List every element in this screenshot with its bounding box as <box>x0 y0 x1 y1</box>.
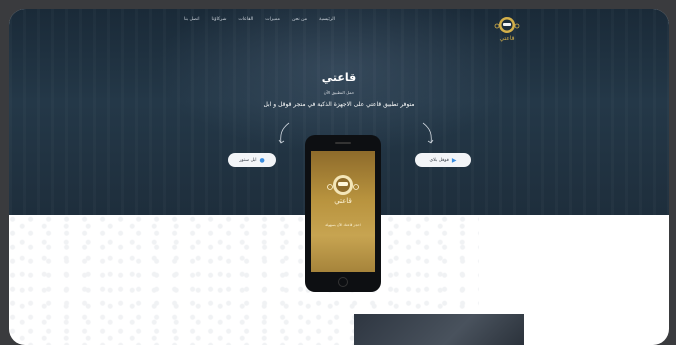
app-tagline: احجز قاعتك الآن بسهولة <box>325 223 361 227</box>
google-play-button[interactable]: قوقل بلاي ▶ <box>415 153 471 167</box>
hero-title: قاعتي <box>321 71 357 84</box>
nav-item-4[interactable]: مميزات <box>265 17 280 22</box>
nav-item-1[interactable]: اتصل بنا <box>184 17 200 22</box>
app-name: قاعتي <box>334 197 352 205</box>
nav-item-3[interactable]: القاعات <box>238 17 253 22</box>
phone-home-button <box>338 277 348 287</box>
gallery-photo <box>354 314 524 345</box>
nav-item-2[interactable]: شركاؤنا <box>212 17 227 22</box>
apple-icon: ● <box>259 156 265 164</box>
apple-store-button[interactable]: ابل ستور ● <box>228 153 276 167</box>
app-logo-icon: قاعتي <box>327 175 359 205</box>
nav-item-5[interactable]: من نحن <box>292 17 307 22</box>
arrow-left-icon <box>278 122 290 144</box>
arrow-right-icon <box>422 122 434 144</box>
apple-store-label: ابل ستور <box>239 157 257 163</box>
phone-screen: قاعتي احجز قاعتك الآن بسهولة <box>311 151 375 272</box>
logo-text: قاعتي <box>499 35 514 42</box>
top-nav: اتصل بنا شركاؤنا القاعات مميزات من نحن ا… <box>184 17 335 22</box>
browser-page: اتصل بنا شركاؤنا القاعات مميزات من نحن ا… <box>9 9 669 345</box>
phone-mockup: قاعتي احجز قاعتك الآن بسهولة <box>305 135 381 292</box>
logo-icon[interactable]: قاعتي <box>493 14 521 44</box>
phone-speaker <box>335 142 351 144</box>
nav-item-6[interactable]: الرئيسية <box>319 17 335 22</box>
hero-description: متوفر تطبيق قاعتي على الاجهزة الذكية في … <box>263 101 415 108</box>
google-play-icon: ▶ <box>451 156 457 164</box>
hero-subtitle: حمل التطبيق الآن <box>323 90 355 95</box>
google-play-label: قوقل بلاي <box>429 157 449 163</box>
